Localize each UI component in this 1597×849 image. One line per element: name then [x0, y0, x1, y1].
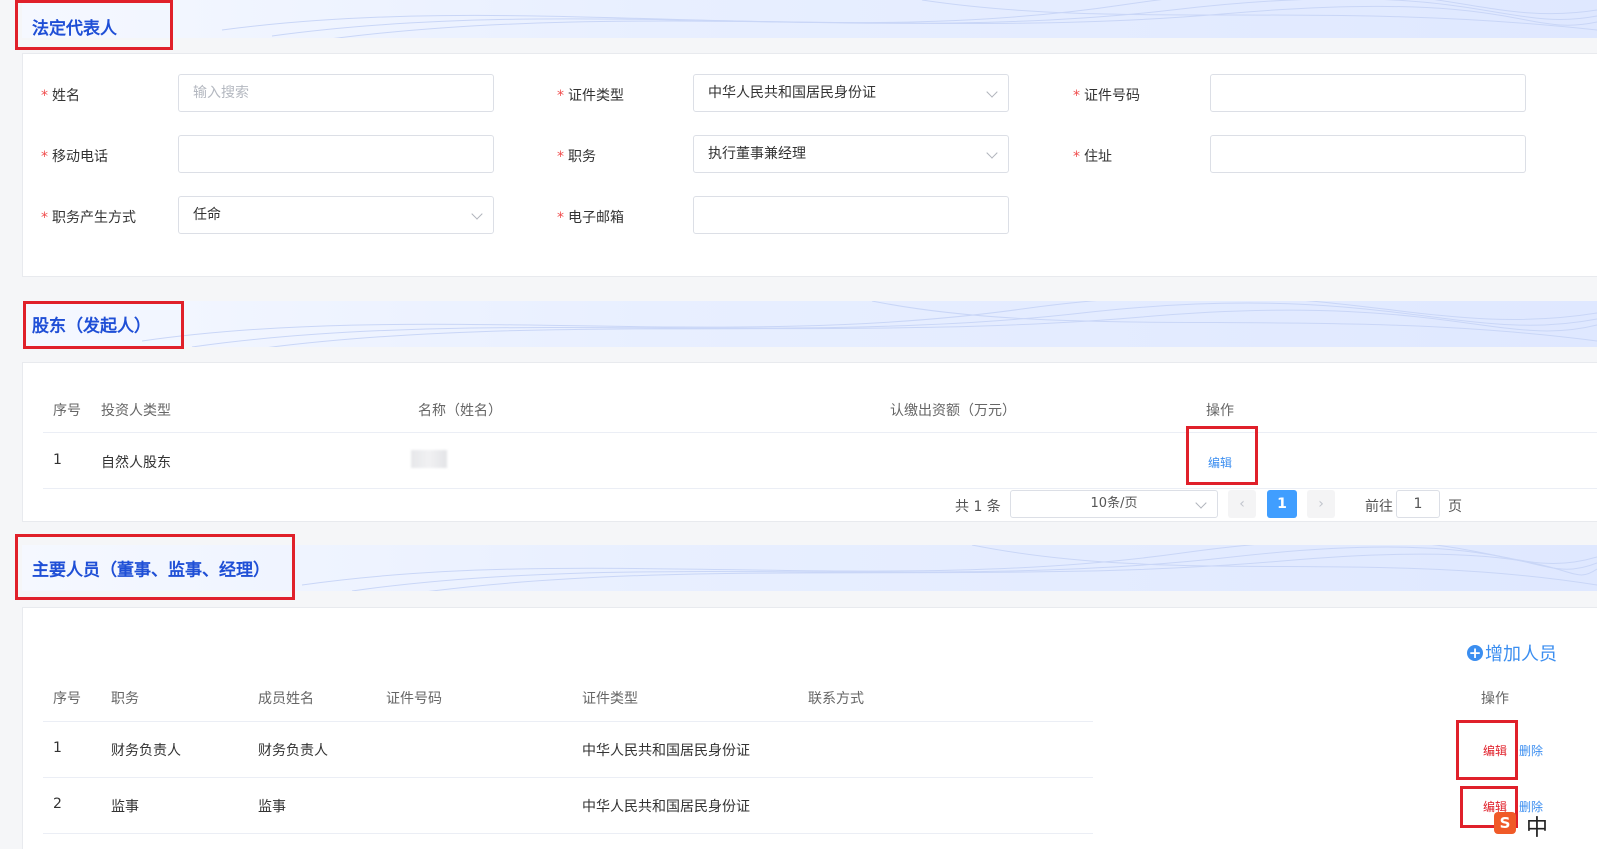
address-label: * 住址 — [1073, 149, 1112, 165]
chevron-down-icon — [1195, 497, 1207, 509]
next-page-button[interactable]: › — [1307, 490, 1335, 518]
row-member-name: 监事 — [258, 799, 286, 815]
divider — [43, 432, 1597, 433]
chevron-down-icon — [986, 147, 998, 159]
row-member-name: 财务负责人 — [258, 743, 328, 759]
row-position: 监事 — [111, 799, 139, 815]
goto-suffix: 页 — [1448, 499, 1462, 515]
ime-logo-icon: S — [1494, 812, 1516, 834]
col-member-name: 成员姓名 — [258, 691, 314, 707]
mobile-input[interactable] — [178, 135, 494, 173]
col-position: 职务 — [111, 691, 139, 707]
row-id-type: 中华人民共和国居民身份证 — [582, 743, 750, 759]
prev-page-button[interactable]: ‹ — [1228, 490, 1256, 518]
email-label: * 电子邮箱 — [557, 210, 624, 226]
col-id-type: 证件类型 — [582, 691, 638, 707]
shareholders-title: 股东（发起人） — [32, 316, 151, 337]
goto-prefix: 前往 — [1365, 499, 1393, 515]
goto-page-input[interactable]: 1 — [1396, 490, 1440, 518]
address-input[interactable] — [1210, 135, 1526, 173]
id-number-label: * 证件号码 — [1073, 88, 1140, 104]
row-index: 2 — [53, 796, 62, 812]
chevron-down-icon — [471, 208, 483, 220]
divider — [43, 721, 1093, 722]
email-input[interactable] — [693, 196, 1009, 234]
col-investor-type: 投资人类型 — [101, 403, 171, 419]
pager-total: 共 1 条 — [955, 499, 1001, 515]
id-type-select[interactable]: 中华人民共和国居民身份证 — [693, 74, 1009, 112]
name-label: * 姓名 — [41, 88, 80, 104]
key-personnel-title: 主要人员（董事、监事、经理） — [32, 560, 270, 581]
col-index: 序号 — [53, 691, 81, 707]
legal-rep-header: 法定代表人 — [22, 0, 1597, 38]
name-input[interactable]: 输入搜索 — [178, 74, 494, 112]
col-capital: 认缴出资额（万元） — [890, 403, 1016, 419]
wave-decoration — [221, 0, 1597, 38]
col-action: 操作 — [1206, 403, 1234, 419]
col-index: 序号 — [53, 403, 81, 419]
delete-link[interactable]: 删除 — [1519, 742, 1543, 759]
legal-rep-title: 法定代表人 — [32, 19, 117, 38]
legal-rep-form: * 姓名 输入搜索 * 证件类型 中华人民共和国居民身份证 * 证件号码 * 移动电话 … — [22, 53, 1597, 277]
page-size-select[interactable]: 10条/页 — [1010, 490, 1218, 518]
plus-circle-icon: + — [1467, 644, 1483, 662]
row-position: 财务负责人 — [111, 743, 181, 759]
id-number-input[interactable] — [1210, 74, 1526, 112]
edit-link[interactable]: 编辑 — [1208, 454, 1232, 471]
row-investor-type: 自然人股东 — [101, 455, 171, 471]
chevron-down-icon — [986, 86, 998, 98]
row-index: 1 — [53, 740, 62, 756]
id-type-label: * 证件类型 — [557, 88, 624, 104]
shareholders-header: 股东（发起人） — [22, 301, 1597, 347]
col-action: 操作 — [1481, 691, 1509, 707]
add-person-label: 增加人员 — [1485, 644, 1557, 665]
row-id-type: 中华人民共和国居民身份证 — [582, 799, 750, 815]
key-personnel-header: 主要人员（董事、监事、经理） — [22, 545, 1597, 591]
divider — [43, 488, 1597, 489]
shareholders-table: 序号 投资人类型 名称（姓名） 认缴出资额（万元） 操作 1 自然人股东 编辑 … — [22, 362, 1597, 522]
row-index: 1 — [53, 452, 62, 468]
key-personnel-table: + 增加人员 序号 职务 成员姓名 证件号码 证件类型 联系方式 操作 1 财务… — [22, 607, 1597, 849]
appoint-label: * 职务产生方式 — [41, 210, 136, 226]
mobile-label: * 移动电话 — [41, 149, 108, 165]
ime-mode-label: 中 — [1526, 816, 1549, 841]
wave-decoration — [141, 301, 1597, 347]
redacted-name — [411, 450, 447, 468]
add-person-button[interactable]: + 增加人员 — [1467, 640, 1557, 666]
col-name: 名称（姓名） — [418, 403, 502, 419]
current-page[interactable]: 1 — [1267, 490, 1297, 518]
divider — [43, 777, 1093, 778]
divider — [43, 833, 1093, 834]
col-id-number: 证件号码 — [386, 691, 442, 707]
edit-link[interactable]: 编辑 — [1483, 742, 1507, 759]
position-label: * 职务 — [557, 149, 596, 165]
col-contact: 联系方式 — [808, 691, 864, 707]
position-select[interactable]: 执行董事兼经理 — [693, 135, 1009, 173]
appoint-select[interactable]: 任命 — [178, 196, 494, 234]
ime-toolbar[interactable]: S 中 — [1480, 808, 1597, 848]
